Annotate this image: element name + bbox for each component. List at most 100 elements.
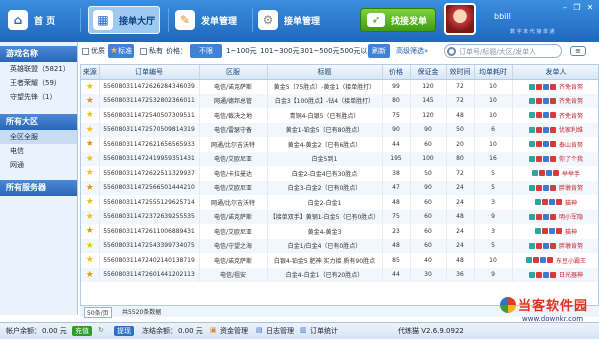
table-row[interactable]: ★ 556080311472402140138719 电信/诺克萨斯 白银4-铂金5 … xyxy=(81,253,598,268)
recharge-button[interactable]: 充值 xyxy=(72,326,92,336)
advanced-filter-link[interactable]: 高级筛选 xyxy=(396,44,424,58)
minimize-icon[interactable]: – xyxy=(560,3,570,13)
chat-icon[interactable] xyxy=(528,97,535,104)
contact-icon[interactable] xyxy=(548,199,555,206)
table-row[interactable]: ★ 556080311472540507309511 电信/裁决之地 青铜4-白银5（… xyxy=(81,108,598,123)
column-header[interactable]: 标题 xyxy=(267,65,383,80)
chat-icon[interactable] xyxy=(528,141,535,148)
user-icon[interactable] xyxy=(541,199,548,206)
contact-icon[interactable] xyxy=(542,141,549,148)
user-icon[interactable] xyxy=(538,170,545,177)
nav-home[interactable]: ⌂ 首 页 xyxy=(8,6,72,34)
restore-icon[interactable]: ❐ xyxy=(572,3,582,13)
heart-icon[interactable] xyxy=(552,170,559,177)
publisher-name[interactable]: 东豆小霸王 xyxy=(556,256,586,265)
sidebar-item-region[interactable]: 电信 xyxy=(0,144,77,158)
publisher-name[interactable]: 优家利维 xyxy=(559,125,583,134)
search-input[interactable]: 订单号/标题/大区/发单人 xyxy=(444,44,562,58)
sidebar-item-region[interactable]: 全区全服 xyxy=(0,130,77,144)
chat-icon[interactable] xyxy=(528,271,535,278)
contact-icon[interactable] xyxy=(542,242,549,249)
user-icon[interactable] xyxy=(535,242,542,249)
contact-icon[interactable] xyxy=(545,170,552,177)
withdraw-button[interactable]: 提现 xyxy=(114,326,134,336)
user-icon[interactable] xyxy=(535,213,542,220)
publisher-name[interactable]: 齐免肯努 xyxy=(559,111,583,120)
filter-settings-icon[interactable]: ≡ xyxy=(570,46,586,56)
order-stats-button[interactable]: 订单统计 xyxy=(310,326,338,336)
heart-icon[interactable] xyxy=(549,83,556,90)
table-row[interactable]: ★ 556080311472372639255535 电信/诺克萨斯 【接单双手】黄钢… xyxy=(81,209,598,224)
fund-manage-button[interactable]: 资金管理 xyxy=(220,326,248,336)
table-row[interactable]: ★ 556080311472611006889431 电信/艾欧尼亚 黄金4-黄金3 2… xyxy=(81,224,598,239)
contact-icon[interactable] xyxy=(542,155,549,162)
contact-icon[interactable] xyxy=(542,112,549,119)
table-row[interactable]: ★ 556080311472601441202113 电信/祖安 白金4-白金1（已有… xyxy=(81,267,598,282)
publisher-name[interactable]: 明小军隐 xyxy=(559,212,583,221)
price-any-button[interactable]: 不限 xyxy=(190,44,222,58)
user-icon[interactable] xyxy=(535,83,542,90)
column-header[interactable]: 订单编号 xyxy=(99,65,200,80)
nav-send-manage[interactable]: ✎ 发单管理 xyxy=(175,6,255,34)
contact-icon[interactable] xyxy=(539,257,546,264)
close-icon[interactable]: ✕ xyxy=(585,3,595,13)
chat-icon[interactable] xyxy=(528,155,535,162)
chat-icon[interactable] xyxy=(528,213,535,220)
filter-standard[interactable]: ★标准 xyxy=(108,44,135,58)
heart-icon[interactable] xyxy=(549,155,556,162)
chat-icon[interactable] xyxy=(528,83,535,90)
user-icon[interactable] xyxy=(535,112,542,119)
nav-order-hall[interactable]: ▦ 接单大厅 xyxy=(88,6,160,34)
heart-icon[interactable] xyxy=(549,126,556,133)
column-header[interactable]: 价格 xyxy=(382,65,411,80)
column-header[interactable]: 效时间 xyxy=(446,65,475,80)
table-row[interactable]: ★ 556080311472555129625714 网通/比尔吉沃特 白金2-白金1… xyxy=(81,195,598,210)
chat-icon[interactable] xyxy=(534,228,541,235)
avatar[interactable] xyxy=(444,3,476,35)
table-row[interactable]: ★ 556080311472419959351431 电信/艾欧尼亚 白金5到1 195… xyxy=(81,151,598,166)
contact-icon[interactable] xyxy=(542,213,549,220)
user-icon[interactable] xyxy=(535,271,542,278)
heart-icon[interactable] xyxy=(546,257,553,264)
contact-icon[interactable] xyxy=(542,83,549,90)
publisher-name[interactable]: 猫神 xyxy=(565,198,577,207)
publisher-name[interactable]: 日光器神 xyxy=(559,270,583,279)
publisher-name[interactable]: 举举手 xyxy=(562,169,580,178)
contact-icon[interactable] xyxy=(542,126,549,133)
chat-icon[interactable] xyxy=(534,199,541,206)
nav-recv-manage[interactable]: ⚙ 接单管理 xyxy=(258,6,338,34)
table-row[interactable]: ★ 556080311472570509814319 电信/雷瑟守备 黄金1-铂金5（… xyxy=(81,122,598,137)
table-row[interactable]: ★ 556080311472622511329937 电信/卡拉曼达 白金2-白金4已… xyxy=(81,166,598,181)
user-icon[interactable] xyxy=(535,155,542,162)
chat-icon[interactable] xyxy=(525,257,532,264)
price-range-3[interactable]: 301~500元 xyxy=(300,44,340,58)
column-header[interactable]: 来源 xyxy=(81,65,100,80)
chat-icon[interactable] xyxy=(528,126,535,133)
publisher-name[interactable]: 胖墩肯努 xyxy=(559,183,583,192)
heart-icon[interactable] xyxy=(549,213,556,220)
publisher-name[interactable]: 你了个我 xyxy=(559,154,583,163)
column-header[interactable]: 保证金 xyxy=(410,65,447,80)
advanced-filter-arrow-icon[interactable]: » xyxy=(424,44,428,58)
contact-icon[interactable] xyxy=(542,97,549,104)
chat-icon[interactable] xyxy=(528,112,535,119)
sidebar-item-game[interactable]: 英雄联盟（5821） xyxy=(0,62,77,76)
user-icon[interactable] xyxy=(535,141,542,148)
chat-icon[interactable] xyxy=(531,170,538,177)
user-icon[interactable] xyxy=(541,228,548,235)
heart-icon[interactable] xyxy=(549,184,556,191)
sidebar-item-game[interactable]: 王者荣耀（59） xyxy=(0,76,77,90)
chat-icon[interactable] xyxy=(528,184,535,191)
table-row[interactable]: ★ 556080311472626284346039 电信/诺克萨斯 黄金5（75胜点… xyxy=(81,79,598,94)
refresh-icon[interactable]: ↻ xyxy=(98,326,104,334)
find-order-button[interactable]: ➶ 找接发单 xyxy=(360,8,436,32)
heart-icon[interactable] xyxy=(549,271,556,278)
log-manage-button[interactable]: 日志管理 xyxy=(266,326,294,336)
publisher-name[interactable]: 胖墩肯努 xyxy=(559,241,583,250)
user-icon[interactable] xyxy=(535,97,542,104)
refresh-button[interactable]: 刷新 xyxy=(368,44,390,58)
user-icon[interactable] xyxy=(532,257,539,264)
column-header[interactable]: 区服 xyxy=(199,65,268,80)
table-row[interactable]: ★ 556080311472621656565933 网通/比尔吉沃特 黄金4-黄金2… xyxy=(81,137,598,152)
sidebar-item-region[interactable]: 网通 xyxy=(0,158,77,172)
